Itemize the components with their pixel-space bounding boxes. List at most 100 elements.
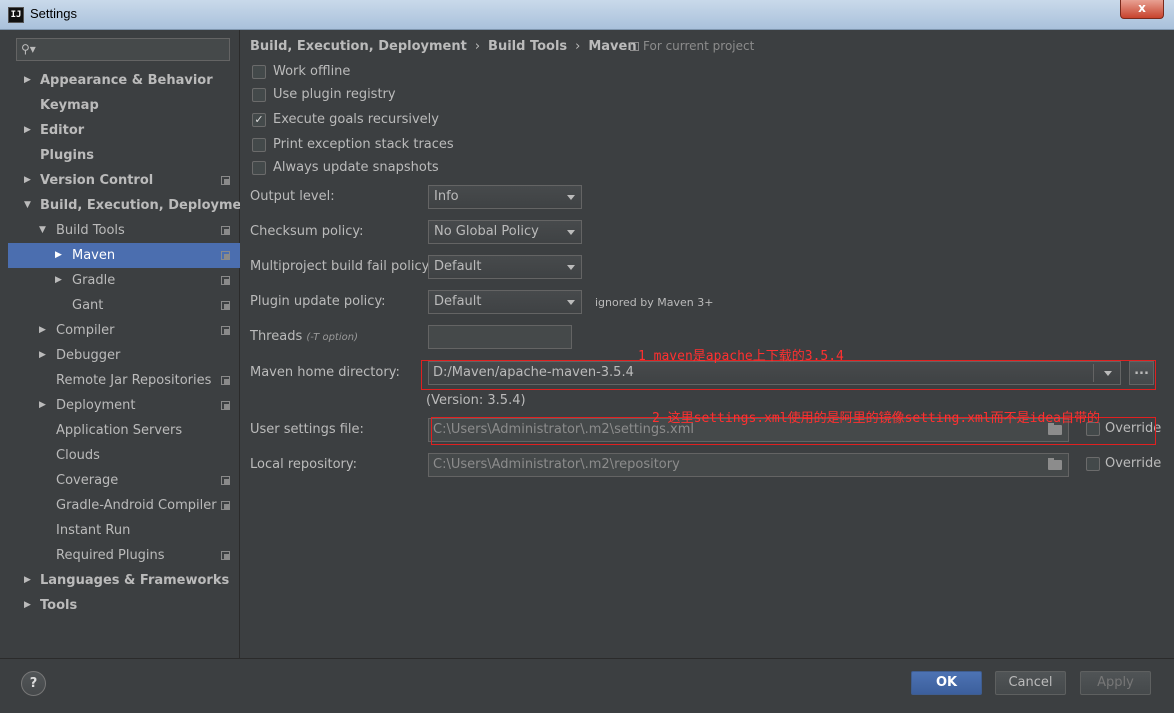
project-scope-icon — [630, 42, 639, 51]
sidebar-item-label: Gradle-Android Compiler — [56, 498, 217, 513]
collapsed-arrow-icon[interactable]: ▶ — [39, 318, 46, 343]
close-window-button[interactable]: x — [1120, 0, 1164, 19]
work-offline-checkbox[interactable] — [252, 65, 266, 79]
use-plugin-registry-label: Use plugin registry — [273, 87, 396, 102]
expanded-arrow-icon[interactable]: ▼ — [24, 193, 31, 218]
chevron-down-icon — [567, 230, 575, 235]
collapsed-arrow-icon[interactable]: ▶ — [55, 268, 62, 293]
chevron-down-icon — [567, 195, 575, 200]
output-level-value: Info — [434, 189, 459, 204]
sidebar-item-label: Languages & Frameworks — [40, 573, 230, 588]
scope-indicator: For current project — [630, 39, 754, 53]
project-scope-icon — [221, 176, 230, 185]
collapsed-arrow-icon[interactable]: ▶ — [24, 593, 31, 618]
sidebar-item-gradle-android-compiler[interactable]: Gradle-Android Compiler — [8, 493, 240, 518]
execute-goals-recursively-label: Execute goals recursively — [273, 112, 439, 127]
project-scope-icon — [221, 226, 230, 235]
folder-icon[interactable] — [1048, 458, 1062, 470]
use-plugin-registry-checkbox[interactable] — [252, 88, 266, 102]
sidebar-item-label: Gradle — [72, 273, 116, 288]
sidebar-item-label: Clouds — [56, 448, 100, 463]
print-exception-stack-traces-checkbox[interactable] — [252, 138, 266, 152]
sidebar-item-build-execution-deployment[interactable]: ▼ Build, Execution, Deployment — [8, 193, 257, 218]
sidebar-item-remote-jar-repositories[interactable]: Remote Jar Repositories — [8, 368, 240, 393]
sidebar-item-keymap[interactable]: Keymap — [8, 93, 240, 118]
always-update-snapshots-checkbox[interactable] — [252, 161, 266, 175]
breadcrumb-build-tools: Build Tools — [488, 39, 568, 54]
sidebar-item-plugins[interactable]: Plugins — [8, 143, 240, 168]
sidebar-item-label: Remote Jar Repositories — [56, 373, 212, 388]
search-icon: ⚲▾ — [21, 42, 36, 56]
sidebar-item-required-plugins[interactable]: Required Plugins — [8, 543, 240, 568]
window-title: Settings — [30, 6, 77, 21]
sidebar-item-label: Tools — [40, 598, 78, 613]
multiproject-fail-policy-select[interactable]: Default — [428, 255, 582, 279]
settings-search-input[interactable]: ⚲▾ — [16, 38, 230, 61]
collapsed-arrow-icon[interactable]: ▶ — [55, 243, 62, 268]
ok-button[interactable]: OK — [911, 671, 982, 695]
maven-home-label: Maven home directory: — [250, 365, 400, 380]
sidebar-item-version-control[interactable]: ▶ Version Control — [8, 168, 240, 193]
chevron-down-icon — [567, 300, 575, 305]
output-level-select[interactable]: Info — [428, 185, 582, 209]
sidebar-item-instant-run[interactable]: Instant Run — [8, 518, 240, 543]
plugin-update-policy-select[interactable]: Default — [428, 290, 582, 314]
sidebar-item-gant[interactable]: Gant — [8, 293, 240, 318]
print-exception-stack-traces-label: Print exception stack traces — [273, 137, 454, 152]
local-repository-override-checkbox[interactable] — [1086, 457, 1100, 471]
plugin-update-policy-note: ignored by Maven 3+ — [595, 296, 714, 309]
annotation-note-user-settings: 2 这里settings.xml使用的是阿里的镜像setting.xml而不是i… — [652, 411, 1100, 426]
cancel-button[interactable]: Cancel — [995, 671, 1066, 695]
project-scope-icon — [221, 376, 230, 385]
local-repository-value: C:\Users\Administrator\.m2\repository — [433, 457, 680, 472]
sidebar-item-build-tools[interactable]: ▼ Build Tools — [8, 218, 240, 243]
collapsed-arrow-icon[interactable]: ▶ — [39, 393, 46, 418]
collapsed-arrow-icon[interactable]: ▶ — [24, 168, 31, 193]
expanded-arrow-icon[interactable]: ▼ — [39, 218, 46, 243]
project-scope-icon — [221, 476, 230, 485]
scope-label: For current project — [643, 39, 755, 53]
sidebar-item-label: Required Plugins — [56, 548, 165, 563]
sidebar-item-label: Editor — [40, 123, 85, 138]
threads-hint: (-T option) — [306, 332, 358, 343]
execute-goals-recursively-checkbox[interactable]: ✓ — [252, 113, 266, 127]
sidebar-item-coverage[interactable]: Coverage — [8, 468, 240, 493]
collapsed-arrow-icon[interactable]: ▶ — [24, 568, 31, 593]
help-button[interactable]: ? — [21, 671, 46, 696]
collapsed-arrow-icon[interactable]: ▶ — [24, 68, 31, 93]
apply-button[interactable]: Apply — [1080, 671, 1151, 695]
checksum-policy-select[interactable]: No Global Policy — [428, 220, 582, 244]
local-repository-input[interactable]: C:\Users\Administrator\.m2\repository — [428, 453, 1069, 477]
threads-input[interactable] — [428, 325, 572, 349]
checksum-policy-label: Checksum policy: — [250, 224, 364, 239]
settings-tree: ▶ Appearance & Behavior Keymap ▶ Editor Plugi… — [8, 68, 257, 618]
annotation-box-maven-home — [421, 360, 1156, 390]
sidebar-item-application-servers[interactable]: Application Servers — [8, 418, 240, 443]
sidebar-item-label: Plugins — [40, 148, 94, 163]
project-scope-icon — [221, 401, 230, 410]
maven-version-label: (Version: 3.5.4) — [426, 393, 526, 408]
sidebar-item-maven[interactable]: ▶ Maven — [8, 243, 240, 268]
sidebar-item-editor[interactable]: ▶ Editor — [8, 118, 240, 143]
plugin-update-policy-value: Default — [434, 294, 482, 309]
sidebar-item-appearance-behavior[interactable]: ▶ Appearance & Behavior — [8, 68, 240, 93]
breadcrumb-build-execution-deployment: Build, Execution, Deployment — [250, 39, 467, 54]
sidebar-item-tools[interactable]: ▶ Tools — [8, 593, 240, 618]
sidebar-item-deployment[interactable]: ▶ Deployment — [8, 393, 240, 418]
sidebar-item-languages-frameworks[interactable]: ▶ Languages & Frameworks — [8, 568, 240, 593]
multiproject-fail-policy-value: Default — [434, 259, 482, 274]
sidebar-item-debugger[interactable]: ▶ Debugger — [8, 343, 240, 368]
local-repository-override-label: Override — [1105, 456, 1162, 471]
sidebar-item-label: Build, Execution, Deployment — [40, 198, 257, 213]
dialog-button-bar: ? OK Cancel Apply — [0, 658, 1174, 713]
output-level-label: Output level: — [250, 189, 335, 204]
sidebar-item-clouds[interactable]: Clouds — [8, 443, 240, 468]
project-scope-icon — [221, 501, 230, 510]
sidebar-item-label: Deployment — [56, 398, 136, 413]
collapsed-arrow-icon[interactable]: ▶ — [39, 343, 46, 368]
collapsed-arrow-icon[interactable]: ▶ — [24, 118, 31, 143]
always-update-snapshots-label: Always update snapshots — [273, 160, 439, 175]
sidebar-item-label: Instant Run — [56, 523, 131, 538]
sidebar-item-compiler[interactable]: ▶ Compiler — [8, 318, 240, 343]
sidebar-item-gradle[interactable]: ▶ Gradle — [8, 268, 240, 293]
